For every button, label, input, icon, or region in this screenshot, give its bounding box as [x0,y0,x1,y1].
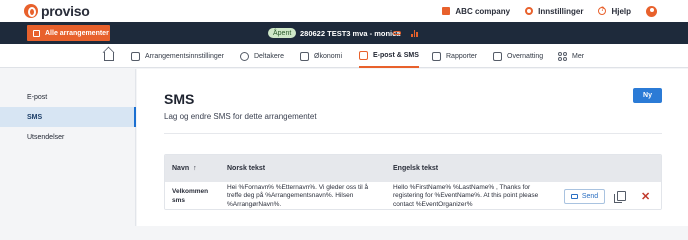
help-menu[interactable]: ? Hjelp [598,7,631,16]
tab-home[interactable] [104,44,114,68]
tab-email-sms[interactable]: E-post & SMS [359,44,419,68]
calendar-icon [33,29,40,37]
norwegian-text-line: treffe deg på %Arrangementsnavn%. Hilsen [227,192,354,200]
grid-icon [558,51,567,61]
logo-icon [24,4,38,18]
tab-label: Mer [572,52,585,60]
send-label: Send [581,193,599,200]
logo-text: proviso [41,3,90,19]
sidebar: E-post SMS Utsendelser [0,69,136,226]
event-settings-icon [131,51,140,61]
delete-icon[interactable]: ✕ [641,190,650,203]
sidebar-item-email[interactable]: E-post [0,87,136,107]
send-button[interactable]: Send [564,189,605,204]
stats-icon[interactable] [411,30,419,37]
envelope-icon [359,50,368,60]
settings-label: Innstillinger [538,6,584,16]
sms-table: Navn ↑ Norsk tekst Engelsk tekst Velkomm… [164,154,662,210]
tab-label: Deltakere [254,52,284,60]
tab-event-settings[interactable]: Arrangementsinnstillinger [131,44,224,68]
help-icon: ? [598,7,607,15]
tab-label: Arrangementsinnstillinger [145,52,224,60]
sms-name-line: Velkommen [172,187,209,195]
sidebar-item-dispatches[interactable]: Utsendelser [0,127,136,147]
tab-label: Rapporter [446,52,478,60]
english-text-cell: Hello %FirstName% %LastName% , Thanks fo… [393,182,563,209]
bed-icon [493,51,502,61]
home-icon [104,51,114,61]
sidebar-item-sms[interactable]: SMS [0,107,136,127]
column-header-english: Engelsk tekst [393,165,439,172]
report-icon [432,51,441,61]
wallet-icon [300,51,309,61]
new-sms-button[interactable]: Ny [633,88,662,103]
english-text-line: Hello %FirstName% %LastName% , Thanks fo… [393,183,531,191]
column-header-name[interactable]: Navn ↑ [172,155,197,182]
user-avatar-icon[interactable] [646,5,657,17]
tab-label: E-post & SMS [373,51,419,59]
table-header: Navn ↑ Norsk tekst Engelsk tekst [165,155,661,182]
sms-name-line: sms [172,196,186,204]
tab-accommodation[interactable]: Overnatting [493,44,543,68]
tab-label: Overnatting [507,52,544,60]
settings-menu[interactable]: Innstillinger [525,7,583,16]
copy-icon[interactable] [614,191,626,203]
link-icon[interactable] [393,31,401,35]
table-row[interactable]: Velkommen sms Hei %Fornavn% %Etternavn%.… [165,182,661,209]
sms-name-cell: Velkommen sms [172,182,222,209]
tab-more[interactable]: Mer [558,44,584,68]
tab-reports[interactable]: Rapporter [432,44,477,68]
help-label: Hjelp [611,6,631,16]
company-menu[interactable]: ABC company [442,7,510,16]
norwegian-text-line: Hei %Fornavn% %Etternavn%. Vi gleder oss… [227,183,369,191]
sort-ascending-icon: ↑ [193,165,197,172]
divider [164,133,662,134]
tab-label: Økonomi [314,52,343,60]
tab-economy[interactable]: Økonomi [300,44,342,68]
english-text-line: contact %EventOrganizer% [393,200,473,208]
page-title: SMS [164,91,195,107]
all-events-label: Alle arrangementer [45,29,109,37]
main-content: SMS Lag og endre SMS for dette arrangeme… [137,69,688,226]
column-header-label: Navn [172,165,190,172]
company-label: ABC company [455,6,511,16]
english-text-line: registering for %EventName%. At this poi… [393,192,539,200]
gear-icon [525,7,534,15]
proviso-logo[interactable]: proviso [24,3,90,19]
participants-icon [240,51,249,61]
send-icon [570,194,578,199]
event-status-badge: Åpent [268,28,297,38]
company-icon [442,7,451,15]
top-bar: proviso ABC company Innstillinger ? Hjel… [0,0,688,22]
event-nav: Arrangementsinnstillinger Deltakere Økon… [0,44,688,68]
norwegian-text-cell: Hei %Fornavn% %Etternavn%. Vi gleder oss… [227,182,387,209]
page-subtitle: Lag og endre SMS for dette arrangementet [164,112,317,121]
event-title: 280622 TEST3 mva - monica [300,28,401,38]
top-right-menu: ABC company Innstillinger ? Hjelp [442,0,688,22]
norwegian-text-line: %ArrangørNavn%. [227,200,282,208]
column-header-norwegian: Norsk tekst [227,165,266,172]
all-events-button[interactable]: Alle arrangementer [27,25,110,41]
tab-participants[interactable]: Deltakere [240,44,284,68]
